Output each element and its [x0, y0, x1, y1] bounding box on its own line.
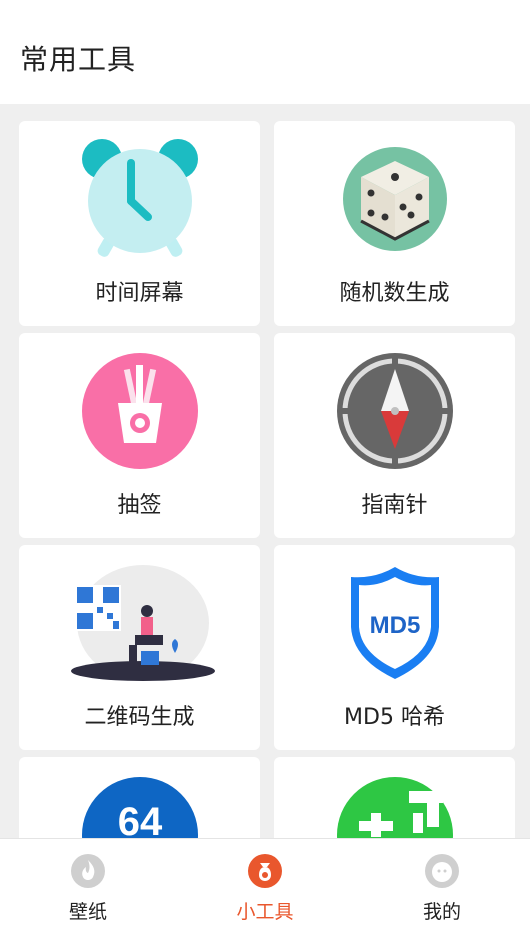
- tab-label: 我的: [422, 901, 461, 923]
- qr-code-icon: [19, 561, 260, 685]
- money-bag-icon: [247, 853, 283, 889]
- tool-card-green-app[interactable]: [274, 757, 515, 838]
- tool-label: 指南针: [361, 493, 428, 518]
- tool-card-draw-lots[interactable]: 抽签: [19, 333, 260, 538]
- dice-icon: [274, 137, 515, 261]
- page-title: 常用工具: [20, 43, 137, 76]
- base64-icon: 64: [19, 773, 260, 838]
- tool-label: 随机数生成: [339, 281, 450, 306]
- flame-icon: [70, 853, 106, 889]
- tool-card-qr-code[interactable]: 二维码生成: [19, 545, 260, 750]
- tab-profile[interactable]: 我的: [354, 839, 530, 926]
- tool-card-compass[interactable]: 指南针: [274, 333, 515, 538]
- smile-face-icon: [424, 853, 460, 889]
- compass-icon: [274, 349, 515, 473]
- tool-label: MD5 哈希: [344, 705, 445, 730]
- tool-grid: 时间屏幕 随机数生成 抽签 指南针 二维码生成 MD5 MD5 哈希 64: [0, 104, 530, 838]
- tool-card-base64[interactable]: 64: [19, 757, 260, 838]
- green-app-icon: [274, 773, 515, 838]
- base64-icon-text: 64: [117, 800, 162, 838]
- tab-tools[interactable]: 小工具: [177, 839, 353, 926]
- app-header: 常用工具: [0, 0, 530, 104]
- tool-label: 二维码生成: [84, 705, 195, 730]
- fortune-sticks-icon: [19, 349, 260, 473]
- tab-wallpaper[interactable]: 壁纸: [0, 839, 176, 926]
- tool-card-random-number[interactable]: 随机数生成: [274, 121, 515, 326]
- tab-label: 小工具: [236, 901, 294, 923]
- md5-shield-icon: MD5: [274, 561, 515, 685]
- tool-label: 时间屏幕: [95, 281, 184, 306]
- tab-label: 壁纸: [68, 901, 107, 923]
- tool-card-md5-hash[interactable]: MD5 MD5 哈希: [274, 545, 515, 750]
- svg-text:MD5: MD5: [369, 612, 420, 639]
- bottom-navigation: 壁纸 小工具 我的: [0, 838, 530, 926]
- tool-card-time-screen[interactable]: 时间屏幕: [19, 121, 260, 326]
- tool-label: 抽签: [117, 493, 162, 518]
- alarm-clock-icon: [19, 137, 260, 261]
